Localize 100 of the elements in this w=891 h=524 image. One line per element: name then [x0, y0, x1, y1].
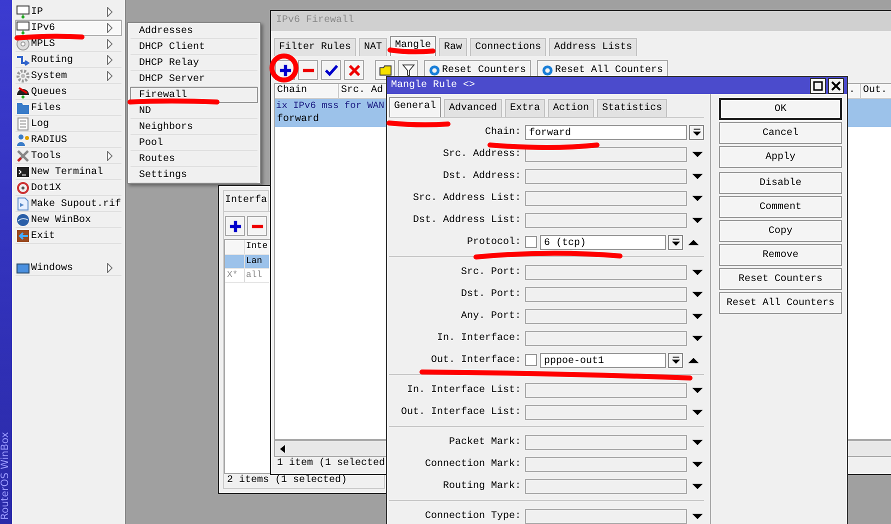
disable-button[interactable] — [344, 60, 364, 80]
maximize-button[interactable] — [810, 78, 826, 94]
field-label: Dst. Address List: — [412, 214, 522, 226]
menu-item[interactable]: New Terminal — [15, 164, 122, 180]
remove-button[interactable] — [247, 216, 267, 236]
enable-button[interactable] — [321, 60, 341, 80]
submenu-item[interactable]: DHCP Client — [130, 39, 258, 55]
submenu-item[interactable]: Settings — [130, 167, 258, 183]
dropdown-arrow-icon[interactable] — [692, 290, 703, 298]
input-field[interactable] — [525, 264, 687, 280]
file-icon — [16, 197, 30, 211]
dropdown-arrow-icon[interactable] — [692, 408, 703, 416]
input-field[interactable] — [525, 190, 687, 206]
plus-icon — [278, 64, 292, 76]
menu-item[interactable]: Dot1X — [15, 180, 122, 196]
input-field[interactable] — [525, 212, 687, 228]
tab[interactable]: Extra — [505, 99, 546, 117]
close-button[interactable] — [828, 78, 844, 94]
dialog-button[interactable]: Reset Counters — [719, 268, 842, 290]
menu-item[interactable]: RADIUS — [15, 132, 122, 148]
menu-item[interactable]: Queues — [15, 84, 122, 100]
submenu-item[interactable]: Routes — [130, 151, 258, 167]
dialog-button[interactable]: Remove — [719, 244, 842, 266]
dropdown-arrow-icon[interactable] — [692, 438, 703, 446]
dialog-button[interactable]: Disable — [719, 172, 842, 194]
submenu-item[interactable]: Firewall — [130, 87, 258, 103]
dialog-button[interactable]: Reset All Counters — [719, 292, 842, 314]
dropdown-arrow-icon[interactable] — [692, 482, 703, 490]
select-field[interactable]: pppoe-out1 — [540, 352, 666, 368]
negate-checkbox[interactable] — [525, 354, 537, 366]
dropdown-arrow-icon[interactable] — [692, 334, 703, 342]
add-button[interactable] — [225, 216, 245, 236]
menu-item[interactable]: MPLS — [15, 36, 122, 52]
submenu-item[interactable]: ND — [130, 103, 258, 119]
tab[interactable]: Connections — [470, 38, 546, 56]
tab[interactable]: Raw — [439, 38, 468, 56]
dropdown-arrow-icon[interactable] — [692, 216, 703, 224]
menu-item[interactable]: Files — [15, 100, 122, 116]
input-field[interactable] — [525, 146, 687, 162]
dropdown-arrow-icon[interactable] — [692, 512, 703, 520]
dialog-button[interactable]: OK — [719, 98, 842, 120]
up-arrow-icon[interactable] — [688, 356, 699, 364]
tab[interactable]: Address Lists — [549, 38, 638, 56]
menu-item[interactable]: Log — [15, 116, 122, 132]
input-field[interactable] — [525, 382, 687, 398]
input-field[interactable] — [525, 404, 687, 420]
tab[interactable]: Filter Rules — [274, 38, 356, 56]
select-field[interactable]: 6 (tcp) — [540, 234, 666, 250]
dialog-button[interactable]: Cancel — [719, 122, 842, 144]
dropdown-arrow-icon[interactable] — [692, 150, 703, 158]
field-label: Src. Address List: — [412, 192, 522, 204]
tab[interactable]: Action — [548, 99, 594, 117]
remove-button[interactable] — [298, 60, 318, 80]
dialog-button[interactable]: Copy — [719, 220, 842, 242]
tools-icon — [16, 149, 30, 163]
input-field[interactable] — [525, 478, 687, 494]
ring-icon — [429, 64, 440, 76]
menu-item[interactable]: IPv6 — [15, 20, 122, 36]
menu-item[interactable]: Make Supout.rif — [15, 196, 122, 212]
dropdown-arrow-icon[interactable] — [692, 312, 703, 320]
input-field[interactable] — [525, 434, 687, 450]
dropdown-arrow-icon[interactable] — [692, 386, 703, 394]
submenu-item[interactable]: DHCP Server — [130, 71, 258, 87]
input-field[interactable] — [525, 286, 687, 302]
tab[interactable]: Advanced — [444, 99, 502, 117]
up-arrow-icon[interactable] — [688, 238, 699, 246]
check-icon — [324, 64, 338, 76]
menu-item[interactable]: Tools — [15, 148, 122, 164]
menu-item[interactable]: Exit — [15, 228, 122, 244]
submenu-item[interactable]: DHCP Relay — [130, 55, 258, 71]
menu-item[interactable]: Windows — [15, 260, 122, 276]
negate-checkbox[interactable] — [525, 236, 537, 248]
tab[interactable]: NAT — [359, 38, 388, 56]
tab[interactable]: General — [389, 97, 442, 117]
tab[interactable]: Interfa — [223, 190, 270, 211]
input-field[interactable] — [525, 456, 687, 472]
input-field[interactable] — [525, 508, 687, 524]
dropdown-arrow-icon[interactable] — [692, 194, 703, 202]
dropdown-button[interactable] — [689, 124, 704, 140]
table-row[interactable]: Lan — [225, 255, 269, 269]
comment-button[interactable] — [375, 60, 395, 80]
dropdown-arrow-icon[interactable] — [692, 268, 703, 276]
submenu-item[interactable]: Pool — [130, 135, 258, 151]
submenu-item[interactable]: Neighbors — [130, 119, 258, 135]
input-field[interactable] — [525, 330, 687, 346]
dropdown-arrow-icon[interactable] — [692, 172, 703, 180]
dropdown-arrow-icon[interactable] — [692, 460, 703, 468]
tab[interactable]: Statistics — [597, 99, 668, 117]
menu-item[interactable]: System — [15, 68, 122, 84]
dialog-button[interactable]: Apply — [719, 146, 842, 168]
dropdown-button[interactable] — [668, 234, 683, 250]
menu-item[interactable]: New WinBox — [15, 212, 122, 228]
menu-item[interactable]: Routing — [15, 52, 122, 68]
dialog-button[interactable]: Comment — [719, 196, 842, 218]
input-field[interactable] — [525, 168, 687, 184]
select-field[interactable]: forward — [525, 124, 687, 140]
annotation-underline — [388, 48, 436, 54]
dropdown-button[interactable] — [668, 352, 683, 368]
submenu-item[interactable]: Addresses — [130, 23, 258, 39]
input-field[interactable] — [525, 308, 687, 324]
